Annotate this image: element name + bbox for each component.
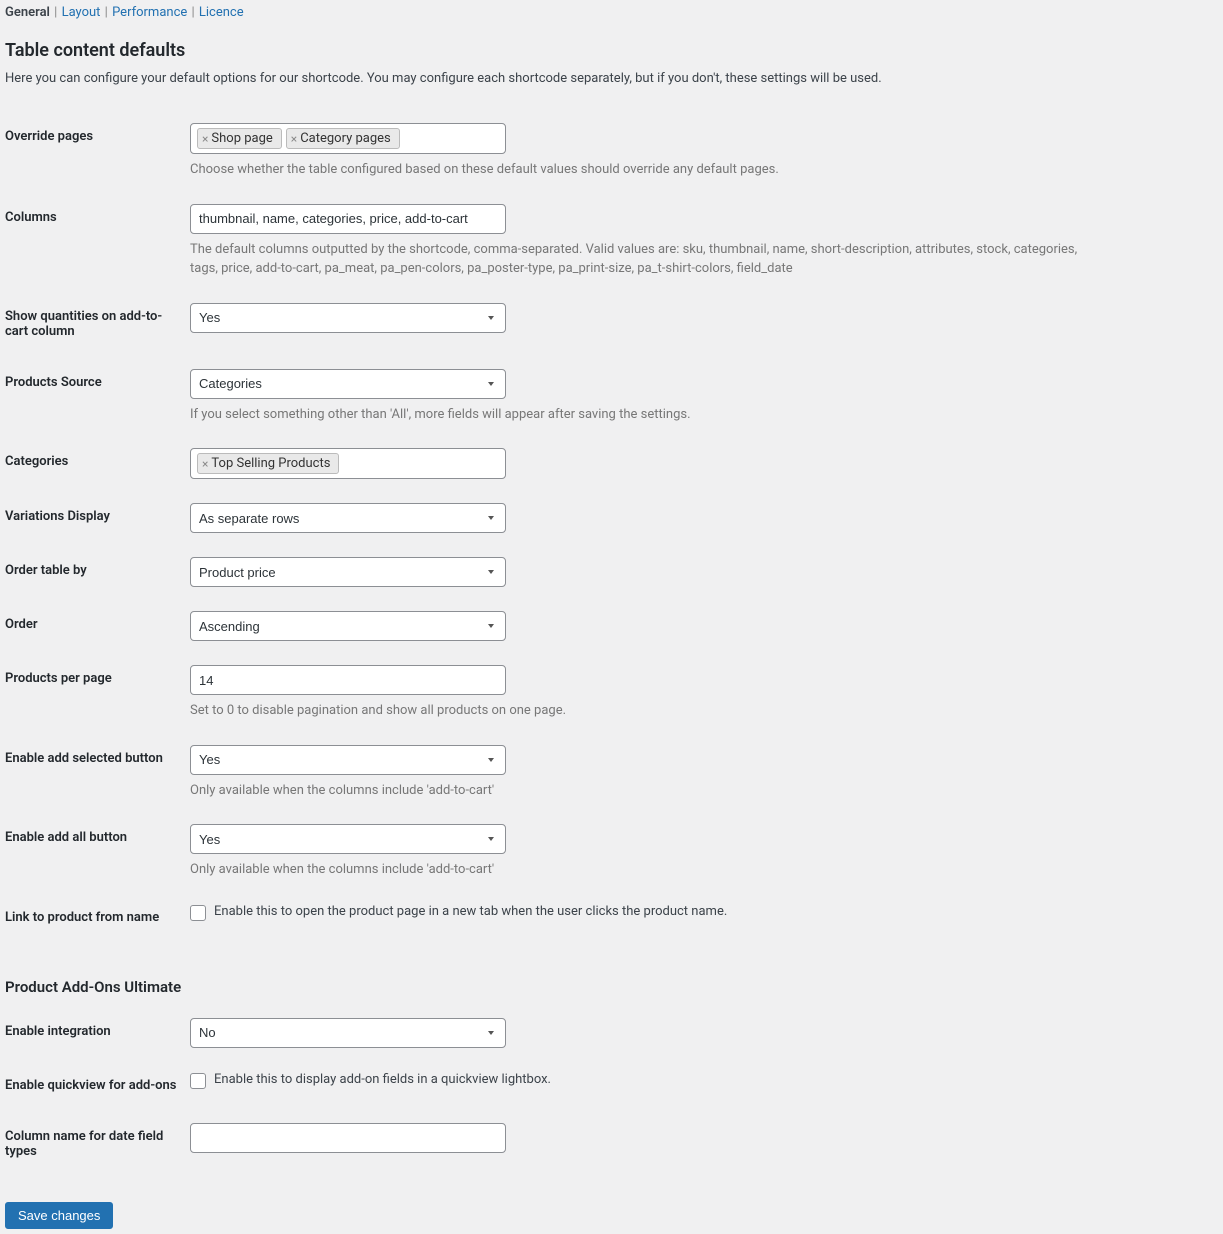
override-pages-description: Choose whether the table configured base… xyxy=(190,160,1095,180)
enable-add-selected-select[interactable]: Yes xyxy=(190,745,506,775)
tag-shop-page[interactable]: ×Shop page xyxy=(197,128,282,149)
tab-licence[interactable]: Licence xyxy=(199,5,244,20)
products-source-label: Products Source xyxy=(5,357,190,437)
tag-category-pages[interactable]: ×Category pages xyxy=(286,128,400,149)
variations-display-select[interactable]: As separate rows xyxy=(190,503,506,533)
link-to-product-checkbox[interactable] xyxy=(190,905,206,921)
enable-quickview-checkbox-label: Enable this to display add-on fields in … xyxy=(214,1072,551,1087)
products-per-page-label: Products per page xyxy=(5,653,190,733)
enable-add-selected-description: Only available when the columns include … xyxy=(190,781,1095,801)
enable-integration-select[interactable]: No xyxy=(190,1018,506,1048)
settings-tabs: General | Layout | Performance | Licence xyxy=(5,5,1105,20)
products-source-description: If you select something other than 'All'… xyxy=(190,405,1095,425)
columns-description: The default columns outputted by the sho… xyxy=(190,240,1095,279)
enable-quickview-label: Enable quickview for add-ons xyxy=(5,1060,190,1111)
show-quantities-select[interactable]: Yes xyxy=(190,303,506,333)
remove-icon[interactable]: × xyxy=(202,457,208,471)
enable-integration-label: Enable integration xyxy=(5,1006,190,1060)
order-by-label: Order table by xyxy=(5,545,190,599)
products-source-select[interactable]: Categories xyxy=(190,369,506,399)
remove-icon[interactable]: × xyxy=(202,132,208,146)
tab-performance[interactable]: Performance xyxy=(112,5,187,20)
columns-input[interactable] xyxy=(190,204,506,234)
addons-heading: Product Add-Ons Ultimate xyxy=(5,978,1105,996)
enable-add-all-label: Enable add all button xyxy=(5,812,190,892)
variations-display-label: Variations Display xyxy=(5,491,190,545)
tab-layout[interactable]: Layout xyxy=(62,5,101,20)
enable-add-all-description: Only available when the columns include … xyxy=(190,860,1095,880)
order-by-select[interactable]: Product price xyxy=(190,557,506,587)
products-per-page-description: Set to 0 to disable pagination and show … xyxy=(190,701,1095,721)
page-title: Table content defaults xyxy=(5,40,1105,61)
override-pages-label: Override pages xyxy=(5,111,190,192)
order-select[interactable]: Ascending xyxy=(190,611,506,641)
link-to-product-label: Link to product from name xyxy=(5,892,190,943)
column-name-date-input[interactable] xyxy=(190,1123,506,1153)
categories-label: Categories xyxy=(5,436,190,491)
tag-top-selling[interactable]: ×Top Selling Products xyxy=(197,453,339,474)
show-quantities-label: Show quantities on add-to-cart column xyxy=(5,291,190,357)
link-to-product-checkbox-label: Enable this to open the product page in … xyxy=(214,904,727,919)
page-intro: Here you can configure your default opti… xyxy=(5,71,1105,86)
remove-icon[interactable]: × xyxy=(291,132,297,146)
enable-quickview-checkbox[interactable] xyxy=(190,1073,206,1089)
column-name-date-label: Column name for date field types xyxy=(5,1111,190,1177)
products-per-page-input[interactable] xyxy=(190,665,506,695)
enable-add-all-select[interactable]: Yes xyxy=(190,824,506,854)
enable-add-selected-label: Enable add selected button xyxy=(5,733,190,813)
override-pages-input[interactable]: ×Shop page ×Category pages xyxy=(190,123,506,154)
save-button[interactable]: Save changes xyxy=(5,1202,113,1229)
order-label: Order xyxy=(5,599,190,653)
columns-label: Columns xyxy=(5,192,190,291)
tab-general[interactable]: General xyxy=(5,5,50,20)
categories-input[interactable]: ×Top Selling Products xyxy=(190,448,506,479)
